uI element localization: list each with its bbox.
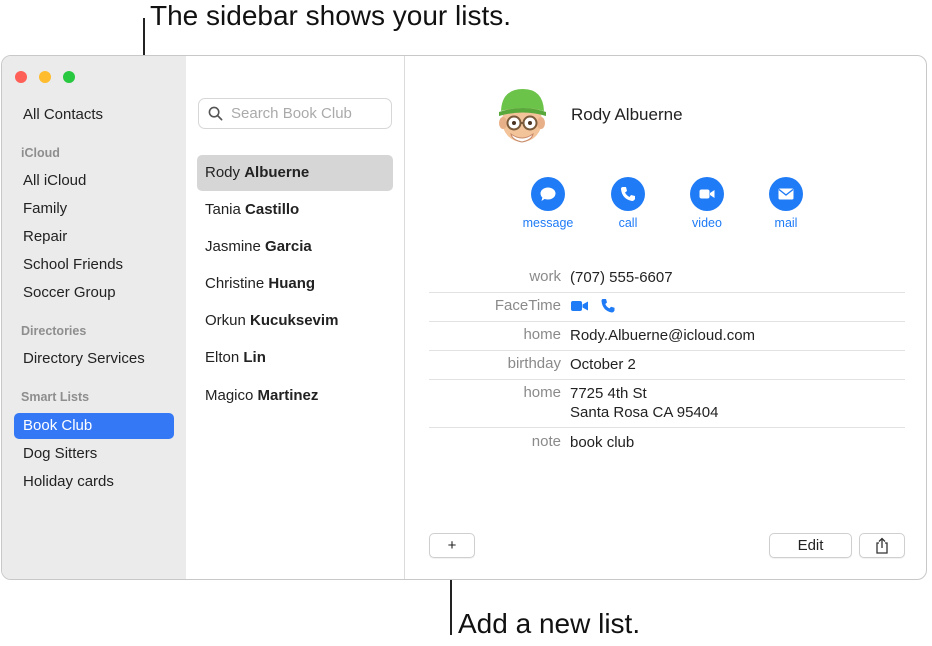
mail-label: mail [774,216,798,230]
call-button[interactable] [611,177,645,211]
contact-last-name: Martinez [257,387,319,404]
contact-last-name: Kucuksevim [250,312,339,329]
zoom-window-button[interactable] [63,71,75,83]
field-label: home [523,384,561,401]
edit-button[interactable]: Edit [769,533,852,558]
field-label: home [523,326,561,343]
call-label: call [618,216,638,230]
video-label: video [692,216,722,230]
field-work-phone: work (707) 555-6607 [429,268,905,293]
contact-name: Rody Albuerne [571,105,683,124]
close-window-button[interactable] [15,71,27,83]
contact-first-name: Orkun [205,312,246,329]
contact-first-name: Magico [205,387,254,404]
contact-row[interactable]: Christine Huang [197,266,393,302]
contacts-window: All Contacts iCloud All iCloud Family Re… [1,55,927,580]
address-line-1: 7725 4th St [570,385,647,402]
callout-add-list: Add a new list. [458,608,641,639]
callout-sidebar: The sidebar shows your lists. [150,0,512,31]
contact-first-name: Jasmine [205,238,261,255]
sidebar-section-directories: Directories [21,324,87,338]
message-button[interactable] [531,177,565,211]
sidebar-item-school-friends[interactable]: School Friends [14,252,174,278]
search-field[interactable]: Search Book Club [198,98,392,129]
message-action[interactable]: message [508,177,588,230]
sidebar-item-dog-sitters[interactable]: Dog Sitters [14,441,174,467]
field-label: FaceTime [494,297,561,314]
field-value: October 2 [570,356,636,373]
address-value[interactable]: 7725 4th St Santa Rosa CA 95404 [570,384,718,422]
contact-first-name: Elton [205,349,240,366]
facetime-audio-icon[interactable] [600,298,618,314]
field-label: work [529,268,561,285]
video-button[interactable] [690,177,724,211]
sidebar-item-repair[interactable]: Repair [14,224,174,250]
share-icon [876,537,888,554]
sidebar-section-smart-lists: Smart Lists [21,390,90,404]
minimize-window-button[interactable] [39,71,51,83]
field-address: home 7725 4th St Santa Rosa CA 95404 [429,384,905,428]
avatar [499,89,546,143]
contact-first-name: Tania [205,201,241,218]
add-button[interactable]: + [429,533,475,558]
address-line-2: Santa Rosa CA 95404 [570,404,719,421]
contact-last-name: Castillo [245,201,300,218]
field-value[interactable]: Rody.Albuerne@icloud.com [570,326,755,345]
field-email: home Rody.Albuerne@icloud.com [429,326,905,351]
phone-icon [621,187,635,201]
contact-row[interactable]: Jasmine Garcia [197,229,393,265]
sidebar-item-soccer-group[interactable]: Soccer Group [14,280,174,306]
sidebar-item-directory-services[interactable]: Directory Services [14,346,174,372]
field-facetime: FaceTime [429,297,905,322]
message-icon [540,187,556,201]
contact-row[interactable]: Rody Albuerne [197,155,393,191]
video-action[interactable]: video [667,177,747,230]
contact-row[interactable]: Elton Lin [197,340,393,376]
contact-first-name: Rody [205,164,241,181]
contact-last-name: Huang [268,275,316,292]
message-label: message [522,216,574,230]
field-value[interactable]: (707) 555-6607 [570,268,673,287]
search-placeholder: Search Book Club [231,105,352,122]
sidebar: All Contacts iCloud All iCloud Family Re… [2,56,186,579]
field-value[interactable]: book club [570,433,634,452]
mail-action[interactable]: mail [746,177,826,230]
sidebar-section-icloud: iCloud [21,146,60,160]
mail-button[interactable] [769,177,803,211]
sidebar-item-holiday-cards[interactable]: Holiday cards [14,469,174,495]
facetime-icons [570,298,618,317]
contact-last-name: Lin [243,349,266,366]
contact-detail-pane: Rody Albuerne message call video mail wo… [405,56,926,579]
mail-icon [778,188,794,200]
sidebar-item-book-club[interactable]: Book Club [14,413,174,439]
search-icon [208,106,223,121]
contact-first-name: Christine [205,275,265,292]
facetime-video-icon[interactable] [570,298,590,314]
sidebar-item-all-contacts[interactable]: All Contacts [14,102,174,128]
sidebar-item-family[interactable]: Family [14,196,174,222]
video-icon [699,189,715,199]
call-action[interactable]: call [588,177,668,230]
field-label: birthday [507,355,561,372]
field-label: note [531,433,561,450]
contact-list-pane: Search Book Club Rody Albuerne Tania Cas… [186,56,405,579]
contact-last-name: Garcia [265,238,312,255]
share-button[interactable] [859,533,905,558]
field-note: note book club [429,433,905,457]
contact-row[interactable]: Orkun Kucuksevim [197,303,393,339]
contact-row[interactable]: Magico Martinez [197,378,393,414]
sidebar-item-all-icloud[interactable]: All iCloud [14,168,174,194]
contact-row[interactable]: Tania Castillo [197,192,393,228]
contact-last-name: Albuerne [244,164,310,181]
field-birthday: birthday October 2 [429,355,905,380]
